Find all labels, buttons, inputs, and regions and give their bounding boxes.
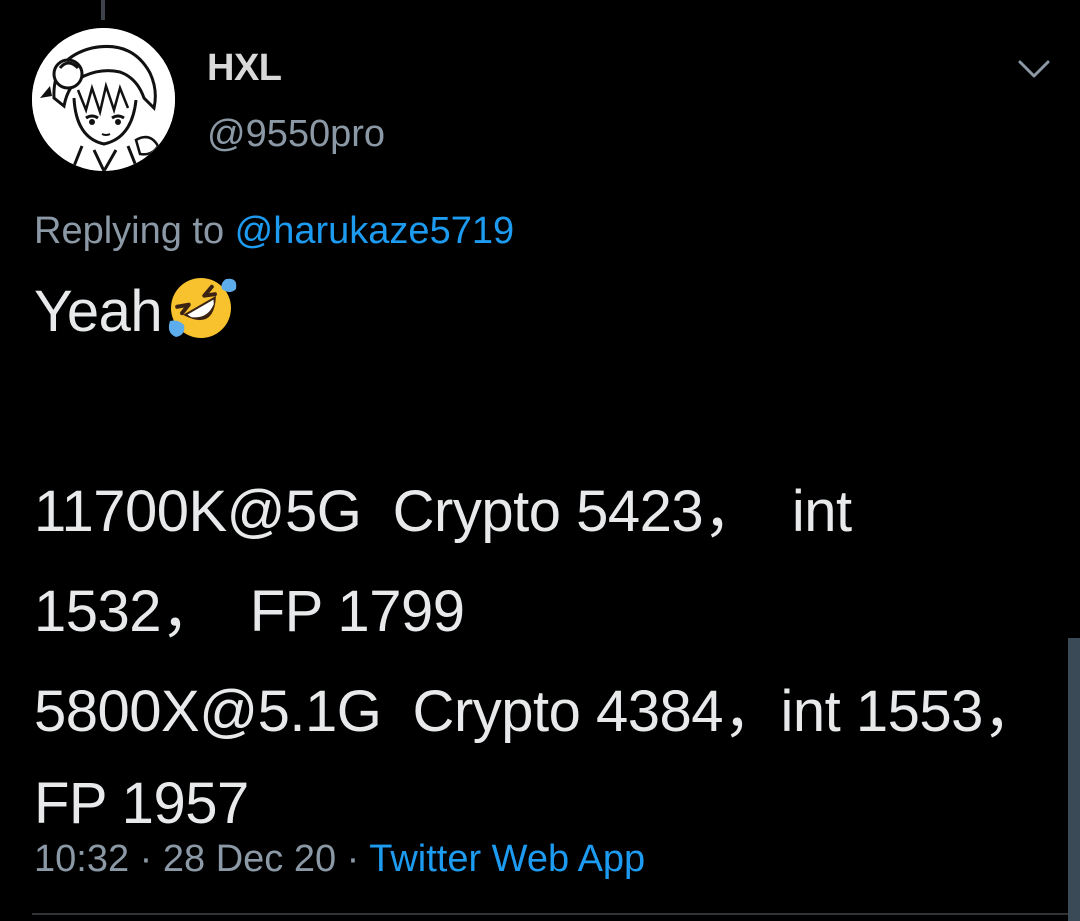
tweet-metadata: 10:32 · 28 Dec 20 · Twitter Web App xyxy=(34,834,645,884)
tweet-line-text: Yeah xyxy=(34,279,163,344)
replying-to-label: Replying to xyxy=(34,210,235,252)
tweet-line: 11700K@5G Crypto 5423， int xyxy=(34,479,852,544)
scrollbar[interactable] xyxy=(1068,638,1080,921)
tweet-line: Yeah xyxy=(34,262,1044,362)
tweet-line: 5800X@5.1G Crypto 4384，int 1553， xyxy=(34,679,1041,744)
tweet-date: 28 Dec 20 xyxy=(162,838,337,880)
thread-connector-line xyxy=(101,0,105,20)
tweet-line: 1532， FP 1799 xyxy=(34,579,465,644)
meta-separator: · xyxy=(129,838,163,880)
display-name[interactable]: HXL xyxy=(207,46,282,90)
avatar[interactable] xyxy=(32,28,175,171)
replying-to-mention-link[interactable]: @harukaze5719 xyxy=(235,210,514,252)
tweet-time: 10:32 xyxy=(34,838,130,880)
user-handle[interactable]: @9550pro xyxy=(207,110,385,158)
tweet-source-link[interactable]: Twitter Web App xyxy=(369,838,645,880)
avatar-image xyxy=(32,28,175,171)
tweet-text: Yeah 11700K@5G Crypto 5423， int 1532， FP… xyxy=(34,262,1044,846)
chevron-down-icon[interactable] xyxy=(1014,54,1054,84)
divider xyxy=(32,913,1080,915)
replying-to-line: Replying to @harukaze5719 xyxy=(34,206,514,256)
tweet-line: FP 1957 xyxy=(34,771,249,836)
meta-separator: · xyxy=(336,838,370,880)
tweet-line xyxy=(34,362,1044,462)
rolling-laughing-emoji-icon xyxy=(164,271,238,345)
